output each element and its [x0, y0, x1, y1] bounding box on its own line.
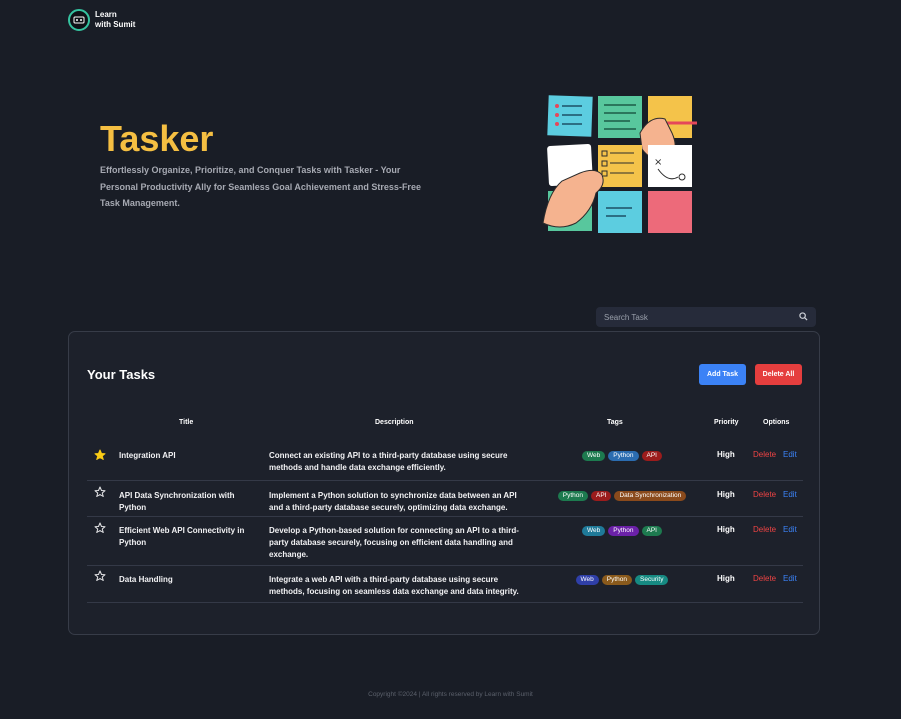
- task-tags: Web Python API: [527, 526, 717, 536]
- tag-badge: API: [641, 526, 662, 536]
- edit-task-button[interactable]: Edit: [783, 450, 797, 459]
- brand-line-1: Learn: [95, 10, 117, 19]
- delete-all-button[interactable]: Delete All: [755, 364, 802, 385]
- delete-task-button[interactable]: Delete: [753, 574, 776, 583]
- logo-icon: [68, 9, 90, 31]
- star-outline-icon[interactable]: [94, 486, 106, 498]
- tag-badge: Security: [635, 575, 669, 585]
- brand-logo[interactable]: Learn with Sumit: [68, 9, 135, 31]
- delete-task-button[interactable]: Delete: [753, 525, 776, 534]
- task-title: Data Handling: [119, 575, 173, 584]
- star-outline-icon[interactable]: [94, 570, 106, 582]
- edit-task-button[interactable]: Edit: [783, 490, 797, 499]
- search-box: [596, 307, 816, 327]
- tag-badge: Web: [575, 575, 599, 585]
- task-priority: High: [717, 525, 735, 534]
- tag-badge: Web: [582, 526, 606, 536]
- task-priority: High: [717, 490, 735, 499]
- tag-badge: Web: [582, 451, 606, 461]
- task-priority: High: [717, 450, 735, 459]
- tag-badge: Python: [608, 526, 639, 536]
- edit-task-button[interactable]: Edit: [783, 525, 797, 534]
- delete-task-button[interactable]: Delete: [753, 450, 776, 459]
- column-priority: Priority: [714, 419, 739, 426]
- task-title: Integration API: [119, 451, 176, 460]
- task-title: Efficient Web API Connectivity in Python: [119, 526, 245, 547]
- column-tags: Tags: [607, 419, 623, 426]
- task-tags: Web Python Security: [527, 575, 717, 585]
- tag-badge: Data Synchronization: [614, 491, 687, 501]
- task-description: Connect an existing API to a third-party…: [269, 451, 508, 472]
- search-icon[interactable]: [799, 308, 808, 326]
- search-input[interactable]: [604, 312, 799, 322]
- task-priority: High: [717, 574, 735, 583]
- table-row: Efficient Web API Connectivity in Python…: [87, 517, 803, 566]
- footer-copyright: Copyright ©2024 | All rights reserved by…: [368, 691, 533, 698]
- tasks-panel: Your Tasks Add Task Delete All Title Des…: [68, 331, 820, 635]
- hero-subtitle: Effortlessly Organize, Prioritize, and C…: [100, 165, 421, 208]
- star-outline-icon[interactable]: [94, 522, 106, 534]
- tag-badge: Python: [608, 451, 639, 461]
- delete-task-button[interactable]: Delete: [753, 490, 776, 499]
- task-title: API Data Synchronization with Python: [119, 491, 235, 512]
- sticky-notes-illustration: ×: [542, 95, 697, 233]
- tasks-heading: Your Tasks: [87, 367, 156, 382]
- edit-task-button[interactable]: Edit: [783, 574, 797, 583]
- table-row: API Data Synchronization with Python Imp…: [87, 481, 803, 517]
- tag-badge: Python: [557, 491, 588, 501]
- tag-badge: API: [590, 491, 612, 501]
- table-header: Title Description Tags Priority Options: [87, 419, 803, 431]
- hero-title: Tasker: [100, 118, 214, 159]
- brand-line-2: with Sumit: [95, 20, 136, 29]
- table-row: Integration API Connect an existing API …: [87, 440, 803, 481]
- column-options: Options: [763, 419, 790, 426]
- task-description: Develop a Python-based solution for conn…: [269, 526, 519, 559]
- column-title: Title: [179, 419, 194, 426]
- svg-text:×: ×: [654, 157, 662, 168]
- column-description: Description: [375, 419, 414, 426]
- task-description: Integrate a web API with a third-party d…: [269, 575, 519, 596]
- table-row: Data Handling Integrate a web API with a…: [87, 566, 803, 603]
- tag-badge: API: [641, 451, 662, 461]
- add-task-button[interactable]: Add Task: [699, 364, 746, 385]
- task-tags: Web Python API: [527, 451, 717, 461]
- tag-badge: Python: [601, 575, 632, 585]
- star-filled-icon[interactable]: [94, 449, 106, 461]
- brand-name: Learn with Sumit: [95, 10, 135, 30]
- task-tags: Python API Data Synchronization: [527, 491, 717, 501]
- task-description: Implement a Python solution to synchroni…: [269, 491, 517, 512]
